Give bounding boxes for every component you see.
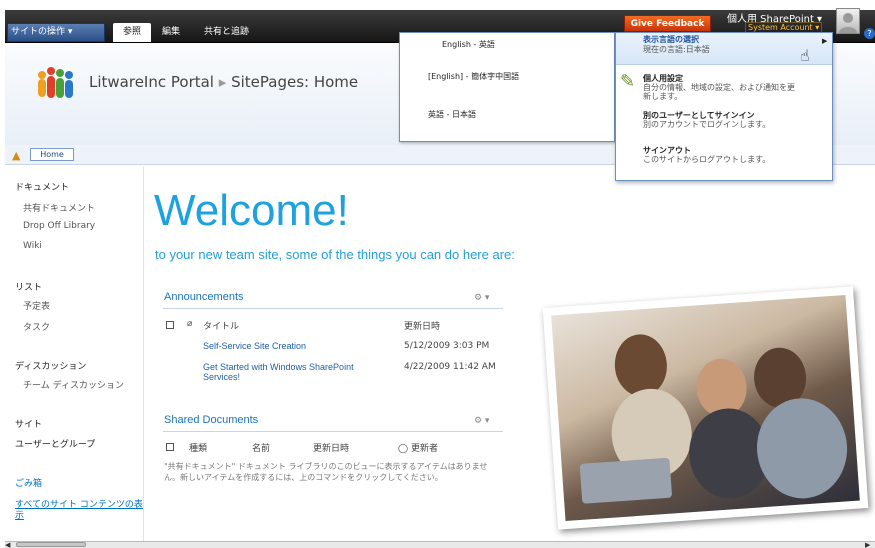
nav-heading-lists[interactable]: リスト	[15, 280, 42, 293]
select-all-checkbox[interactable]	[166, 321, 174, 329]
content-divider	[143, 166, 144, 541]
column-name[interactable]: 名前	[252, 441, 270, 454]
menu-item-personal-settings-desc-wrap: 新します。	[643, 92, 683, 101]
tab-edit[interactable]: 編集	[162, 23, 180, 42]
portal-link[interactable]: LitwareInc Portal	[89, 73, 214, 91]
menu-item-personal-settings-desc: 自分の情報、地域の設定、および通知を更	[643, 83, 795, 92]
submenu-arrow-icon: ▶	[822, 37, 828, 45]
menu-item-sign-in-different-user-desc: 別のアカウントでログインします。	[643, 120, 771, 129]
help-icon[interactable]: ?	[864, 28, 875, 39]
announcements-title[interactable]: Announcements	[164, 291, 244, 303]
language-option-english[interactable]: English - 英語	[442, 39, 495, 50]
sharepoint-window: サイトの操作 ▾ 参照 編集 共有と追跡 Give Feedback 個人用 S…	[0, 0, 875, 548]
welcome-tagline: to your new team site, some of the thing…	[155, 247, 515, 262]
photo-image	[551, 294, 860, 522]
nav-heading-sites[interactable]: サイト	[15, 417, 42, 430]
give-feedback-button[interactable]: Give Feedback	[624, 15, 711, 32]
welcome-heading: Welcome!	[154, 186, 349, 235]
empty-list-message: "共有ドキュメント" ドキュメント ライブラリのこのビューに表示するアイテムはあ…	[164, 462, 488, 482]
horizontal-scrollbar[interactable]	[5, 541, 875, 548]
nav-item-team-discussion[interactable]: チーム ディスカッション	[23, 378, 124, 391]
announcements-menu-gear-icon[interactable]: ⚙ ▾	[474, 293, 489, 303]
shared-docs-menu-gear-icon[interactable]: ⚙ ▾	[474, 416, 489, 426]
tab-share-track[interactable]: 共有と追跡	[204, 23, 249, 42]
nav-heading-discussions[interactable]: ディスカッション	[15, 359, 86, 372]
menu-item-display-language-desc: 現在の言語:日本語	[643, 45, 710, 54]
menu-item-display-language[interactable]: 表示言語の選択	[643, 34, 699, 45]
column-title[interactable]: タイトル	[203, 319, 239, 332]
team-photo	[542, 286, 869, 530]
menu-item-sign-out-desc: このサイトからログアウトします。	[643, 155, 771, 164]
site-logo-icon[interactable]	[35, 65, 75, 103]
nav-item-tasks[interactable]: タスク	[23, 320, 50, 333]
nav-heading-documents[interactable]: ドキュメント	[15, 180, 69, 193]
nav-item-calendar[interactable]: 予定表	[23, 299, 50, 312]
nav-item-drop-off-library[interactable]: Drop Off Library	[23, 221, 95, 231]
column-type[interactable]: 種類	[189, 441, 207, 454]
announcement-link-get-started-wrap[interactable]: Services!	[203, 372, 240, 382]
column-modified-by-label: 更新者	[410, 444, 438, 454]
personal-settings-icon: ✎	[620, 71, 636, 92]
announcement-link-site-creation[interactable]: Self-Service Site Creation	[203, 341, 306, 351]
scroll-left-icon[interactable]: ◀	[5, 541, 10, 548]
page-name: SitePages: Home	[231, 73, 359, 91]
presence-icon: ◯	[398, 444, 409, 454]
avatar[interactable]	[836, 8, 860, 34]
scroll-right-icon[interactable]: ▶	[865, 541, 870, 548]
shared-docs-divider	[163, 431, 503, 432]
column-modified-by[interactable]: ◯ 更新者	[398, 441, 438, 454]
user-silhouette-icon	[839, 13, 857, 33]
navigate-up-icon[interactable]: ▲	[12, 149, 20, 162]
tab-browse[interactable]: 参照	[113, 23, 151, 42]
column-modified[interactable]: 更新日時	[404, 319, 440, 332]
nav-item-shared-documents[interactable]: 共有ドキュメント	[23, 201, 95, 214]
page-title: LitwareInc Portal ▸ SitePages: Home	[89, 73, 358, 91]
column-modified[interactable]: 更新日時	[313, 441, 349, 454]
breadcrumb-separator: ▸	[218, 73, 227, 91]
nav-item-all-site-content[interactable]: すべてのサイト コンテンツの表	[15, 497, 143, 510]
shared-documents-title[interactable]: Shared Documents	[164, 414, 258, 426]
language-submenu: English - 英語 [English] - 簡体字中国語 英語 - 日本語	[399, 32, 615, 142]
language-option-chinese[interactable]: [English] - 簡体字中国語	[428, 71, 519, 82]
attachment-icon: ⌀	[187, 319, 193, 329]
nav-item-recycle-bin[interactable]: ごみ箱	[15, 476, 42, 489]
announcement-date: 5/12/2009 3:03 PM	[404, 341, 490, 351]
nav-item-people-groups[interactable]: ユーザーとグループ	[15, 437, 95, 450]
site-actions-menu[interactable]: サイトの操作 ▾	[7, 23, 105, 42]
announcements-divider	[163, 308, 503, 309]
announcement-date: 4/22/2009 11:42 AM	[404, 362, 496, 372]
nav-item-wiki[interactable]: Wiki	[23, 241, 42, 251]
hand-cursor-icon: ☝	[800, 46, 810, 65]
announcement-link-get-started[interactable]: Get Started with Windows SharePoint	[203, 362, 354, 372]
language-option-japanese[interactable]: 英語 - 日本語	[428, 109, 476, 120]
breadcrumb-home[interactable]: Home	[30, 148, 74, 161]
nav-item-all-site-content-wrap[interactable]: 示	[15, 508, 24, 521]
select-all-docs-checkbox[interactable]	[166, 443, 174, 451]
scrollbar-thumb[interactable]	[16, 542, 86, 547]
